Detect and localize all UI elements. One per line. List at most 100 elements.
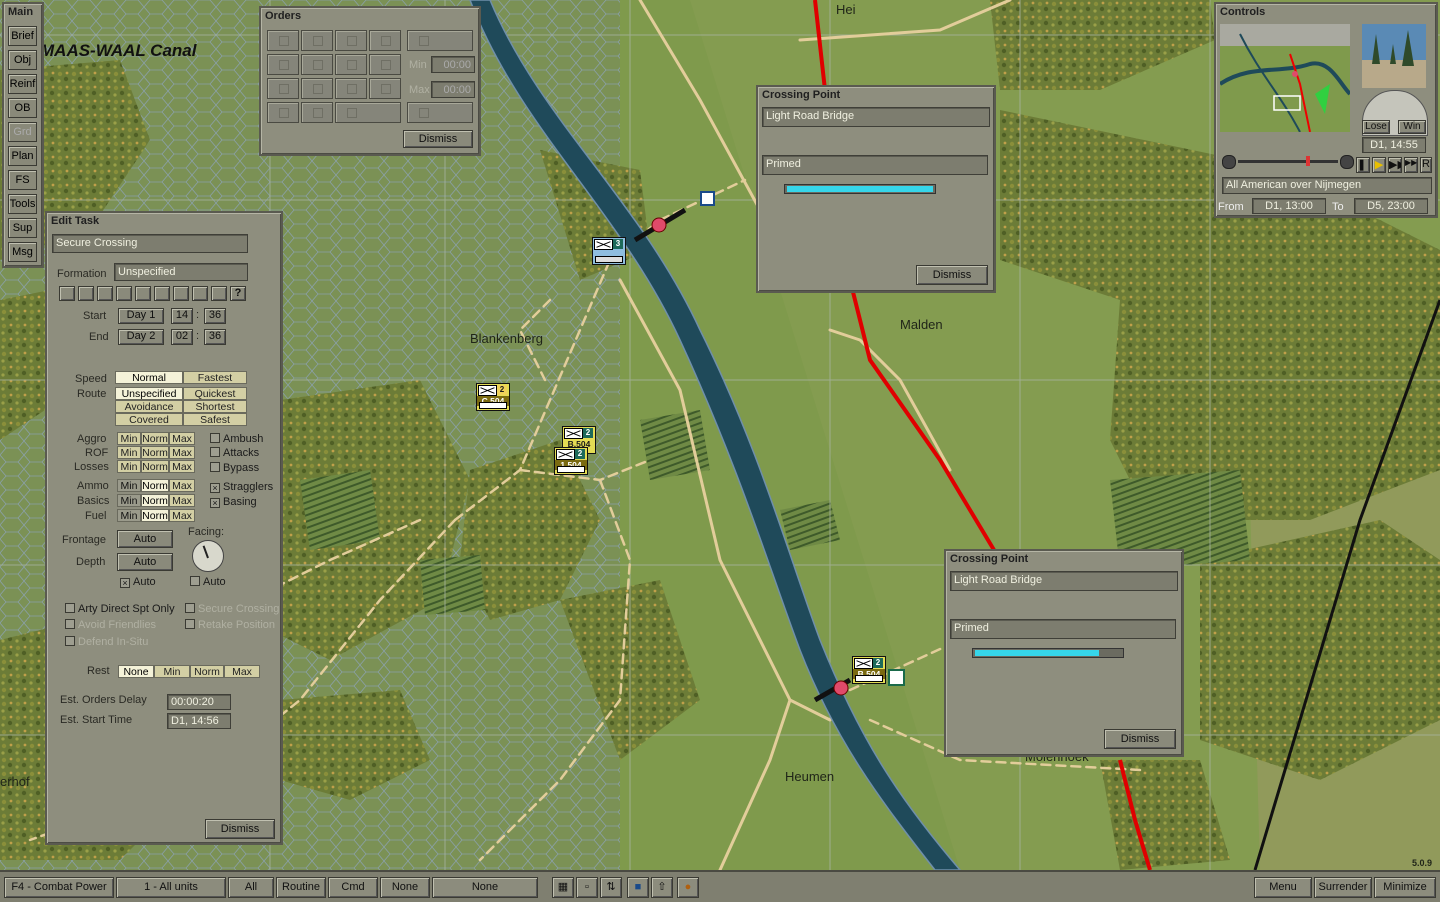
formation-icon[interactable]: [192, 286, 208, 301]
losses-min-option[interactable]: Min: [117, 460, 141, 473]
basing-checkbox[interactable]: × Basing: [210, 496, 257, 508]
all-button[interactable]: All: [228, 877, 274, 898]
replay-button[interactable]: R: [1420, 157, 1432, 173]
formation-field[interactable]: Unspecified: [114, 263, 248, 281]
orders-dismiss-button[interactable]: Dismiss: [403, 130, 473, 148]
start-day-field[interactable]: Day 1: [118, 308, 164, 324]
secure-crossing-checkbox[interactable]: Secure Crossing: [185, 603, 279, 615]
depth-button[interactable]: Auto: [117, 553, 173, 571]
stragglers-checkbox[interactable]: × Stragglers: [210, 481, 273, 493]
basics-norm-option[interactable]: Norm: [141, 494, 169, 507]
formation-icon[interactable]: [116, 286, 132, 301]
plan-button[interactable]: Plan: [8, 146, 37, 166]
edit-task-dismiss-button[interactable]: Dismiss: [205, 819, 275, 839]
unit-counter[interactable]: 2 C.504: [476, 383, 510, 411]
zoom-in-icon[interactable]: [1340, 155, 1354, 169]
ammo-max-option[interactable]: Max: [169, 479, 195, 492]
route-avoidance-option[interactable]: Avoidance: [115, 400, 183, 413]
formation-icons[interactable]: ?: [59, 286, 249, 301]
zoom-track[interactable]: [1238, 160, 1338, 163]
msg-button[interactable]: Msg: [8, 242, 37, 262]
none-button-wide[interactable]: None: [432, 877, 538, 898]
route-safest-option[interactable]: Safest: [183, 413, 247, 426]
brief-button[interactable]: Brief: [8, 26, 37, 46]
zoom-out-icon[interactable]: [1222, 155, 1236, 169]
route-shortest-option[interactable]: Shortest: [183, 400, 247, 413]
sup-button[interactable]: Sup: [8, 218, 37, 238]
order-wide-button[interactable]: [407, 30, 473, 51]
basics-min-option[interactable]: Min: [117, 494, 141, 507]
crossing-dismiss-button[interactable]: Dismiss: [916, 265, 988, 285]
order-button[interactable]: [267, 54, 299, 75]
rest-max-option[interactable]: Max: [224, 665, 260, 678]
order-button[interactable]: [335, 102, 401, 123]
order-button[interactable]: [301, 30, 333, 51]
surrender-button[interactable]: Surrender: [1314, 877, 1372, 898]
routine-button[interactable]: Routine: [276, 877, 326, 898]
formation-icon[interactable]: [59, 286, 75, 301]
route-unspecified-option[interactable]: Unspecified: [115, 387, 183, 400]
order-button[interactable]: [335, 54, 367, 75]
start-min-field[interactable]: 36: [204, 308, 226, 324]
formation-help-icon[interactable]: ?: [230, 286, 246, 301]
attacks-checkbox[interactable]: Attacks: [210, 447, 259, 459]
basics-max-option[interactable]: Max: [169, 494, 195, 507]
end-hour-field[interactable]: 02: [171, 329, 193, 345]
cmd-button[interactable]: Cmd: [328, 877, 378, 898]
losses-max-option[interactable]: Max: [169, 460, 195, 473]
bypass-checkbox[interactable]: Bypass: [210, 462, 259, 474]
start-hour-field[interactable]: 14: [171, 308, 193, 324]
rest-none-option[interactable]: None: [118, 665, 154, 678]
arty-direct-checkbox[interactable]: Arty Direct Spt Only: [65, 603, 175, 615]
fuel-max-option[interactable]: Max: [169, 509, 195, 522]
order-button[interactable]: [335, 78, 367, 99]
objective-icon[interactable]: ■: [627, 877, 649, 898]
order-button[interactable]: [369, 78, 401, 99]
min-field[interactable]: 00:00: [431, 56, 475, 73]
minimap[interactable]: [1220, 24, 1350, 132]
formation-icon[interactable]: [173, 286, 189, 301]
fuel-norm-option[interactable]: Norm: [141, 509, 169, 522]
menu-button[interactable]: Menu: [1254, 877, 1312, 898]
unit-counter[interactable]: 2 B.504: [852, 656, 886, 684]
frontage-auto-checkbox[interactable]: × Auto: [120, 576, 156, 588]
facing-auto-checkbox[interactable]: Auto: [190, 576, 226, 588]
formation-icon[interactable]: [135, 286, 151, 301]
none-button[interactable]: None: [380, 877, 430, 898]
max-field[interactable]: 00:00: [431, 81, 475, 98]
up-arrow-icon[interactable]: ⇧: [651, 877, 673, 898]
unit-counter[interactable]: 2 1.504: [554, 447, 588, 475]
order-button[interactable]: [301, 78, 333, 99]
formation-icon[interactable]: [211, 286, 227, 301]
losses-norm-option[interactable]: Norm: [141, 460, 169, 473]
combat-power-button[interactable]: F4 - Combat Power: [4, 877, 114, 898]
aggro-max-option[interactable]: Max: [169, 432, 195, 445]
fs-button[interactable]: FS: [8, 170, 37, 190]
end-day-field[interactable]: Day 2: [118, 329, 164, 345]
minimize-button[interactable]: Minimize: [1374, 877, 1436, 898]
fuel-min-option[interactable]: Min: [117, 509, 141, 522]
crossing-dismiss-button[interactable]: Dismiss: [1104, 729, 1176, 749]
order-button[interactable]: [369, 54, 401, 75]
grid-icon[interactable]: ▦: [552, 877, 574, 898]
rest-min-option[interactable]: Min: [154, 665, 190, 678]
lines-icon[interactable]: ⇅: [600, 877, 622, 898]
frontage-button[interactable]: Auto: [117, 530, 173, 548]
task-name-field[interactable]: Secure Crossing: [52, 234, 248, 253]
ammo-min-option[interactable]: Min: [117, 479, 141, 492]
unit-counter[interactable]: 3: [592, 237, 626, 265]
grd-button[interactable]: Grd: [8, 122, 37, 142]
formation-icon[interactable]: [78, 286, 94, 301]
speed-fastest-option[interactable]: Fastest: [183, 371, 247, 384]
order-button[interactable]: [267, 102, 299, 123]
reinf-button[interactable]: Reinf: [8, 74, 37, 94]
order-wide-button[interactable]: [407, 102, 473, 123]
order-button[interactable]: [301, 102, 333, 123]
ambush-checkbox[interactable]: Ambush: [210, 433, 263, 445]
avoid-friendlies-checkbox[interactable]: Avoid Friendlies: [65, 619, 156, 631]
zoom-thumb[interactable]: [1306, 156, 1310, 166]
tools-button[interactable]: Tools: [8, 194, 37, 214]
ammo-norm-option[interactable]: Norm: [141, 479, 169, 492]
order-button[interactable]: [267, 78, 299, 99]
order-button[interactable]: [369, 30, 401, 51]
